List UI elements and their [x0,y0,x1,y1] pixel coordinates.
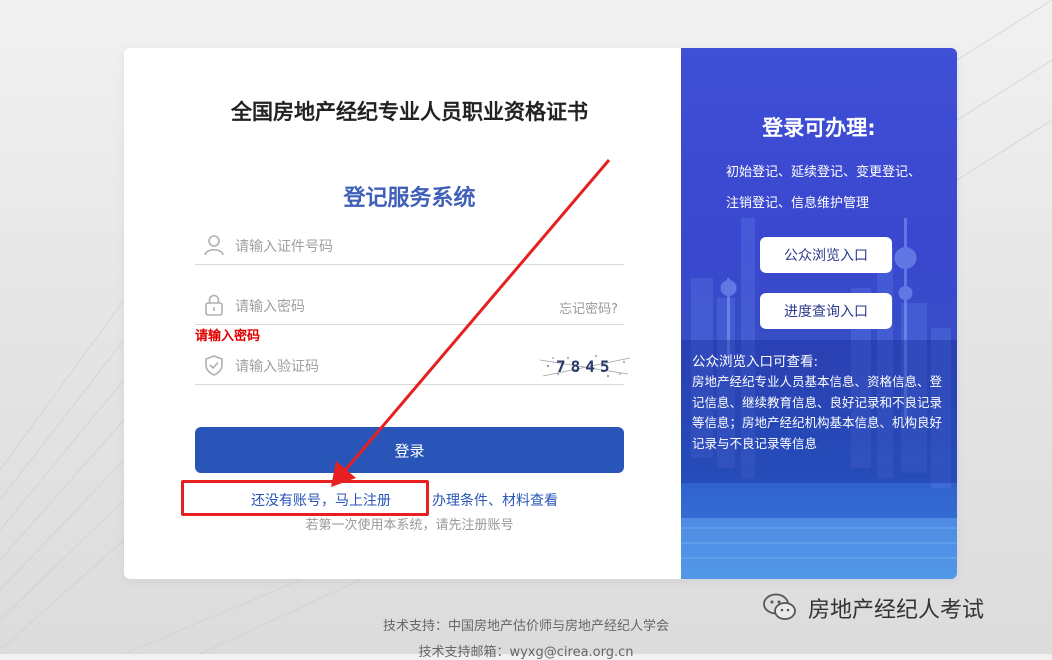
captcha-input[interactable] [233,352,537,382]
services-panel: 登录可办理: 初始登记、延续登记、变更登记、 注销登记、信息维护管理 公众浏览入… [681,48,957,579]
services-line-1: 初始登记、延续登记、变更登记、 [726,165,922,180]
public-info-title: 公众浏览入口可查看: [692,354,819,370]
login-panel: 全国房地产经纪专业人员职业资格证书 登记服务系统 忘记密码? 请输入密码 [124,48,681,579]
wechat-icon [763,593,796,620]
password-input[interactable] [233,292,537,322]
lock-icon [205,294,223,316]
services-line-2: 注销登记、信息维护管理 [726,196,870,211]
public-info-box: 公众浏览入口可查看: 房地产经纪专业人员基本信息、资格信息、登记信息、继续教育信… [681,340,957,483]
captcha-image[interactable]: 7845 [538,348,634,384]
system-subtitle: 登记服务系统 [343,186,476,211]
password-field: 忘记密码? [195,288,624,325]
id-number-input[interactable] [233,232,537,262]
public-info-body: 房地产经纪专业人员基本信息、资格信息、登记信息、继续教育信息、良好记录和不良记录… [692,374,943,451]
register-hint: 若第一次使用本系统，请先注册账号 [305,518,514,533]
captcha-field: 7845 [195,348,631,385]
shield-check-icon [205,355,223,376]
conditions-link[interactable]: 办理条件、材料查看 [432,490,558,510]
page-title: 全国房地产经纪专业人员职业资格证书 [231,100,588,124]
footer-email: 技术支持邮箱：wyxg@cirea.org.cn [418,645,634,660]
watermark-text: 房地产经纪人考试 [808,598,985,623]
progress-query-button[interactable]: 进度查询入口 [760,293,892,329]
id-number-field [195,228,624,265]
services-title: 登录可办理: [762,116,876,140]
register-link[interactable]: 还没有账号，马上注册 [251,490,391,510]
public-browse-button[interactable]: 公众浏览入口 [760,237,892,273]
forgot-password-link[interactable]: 忘记密码? [559,298,618,317]
password-error: 请输入密码 [195,329,261,344]
login-card: 全国房地产经纪专业人员职业资格证书 登记服务系统 忘记密码? 请输入密码 [124,48,957,579]
user-icon [204,235,224,256]
captcha-code: 7845 [556,357,615,376]
login-button[interactable]: 登录 [195,427,624,473]
